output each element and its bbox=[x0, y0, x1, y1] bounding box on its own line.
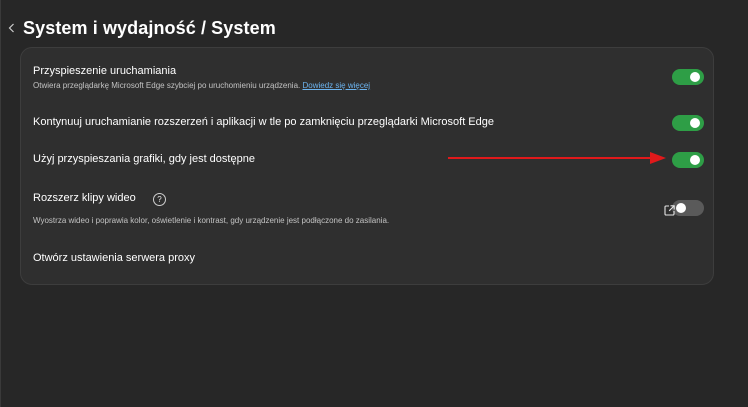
setting-enhance-videos: Rozszerz klipy wideo ? Wyostrza wideo i … bbox=[21, 189, 713, 229]
toggle-knob bbox=[690, 72, 700, 82]
toggle-knob bbox=[690, 155, 700, 165]
setting-background-apps: Kontynuuj uruchamianie rozszerzeń i apli… bbox=[21, 108, 713, 138]
graphics-acceleration-toggle[interactable] bbox=[672, 152, 704, 168]
setting-startup-boost: Przyspieszenie uruchamiania Otwiera prze… bbox=[21, 48, 713, 92]
setting-title: Rozszerz klipy wideo bbox=[33, 192, 136, 204]
setting-description: Wyostrza wideo i poprawia kolor, oświetl… bbox=[33, 216, 390, 225]
enhance-videos-toggle[interactable] bbox=[672, 200, 704, 216]
red-arrow-icon bbox=[448, 152, 666, 164]
settings-panel: Przyspieszenie uruchamiania Otwiera prze… bbox=[20, 47, 714, 285]
page-header: System i wydajność / System bbox=[1, 14, 276, 42]
learn-more-link[interactable]: Dowiedz się więcej bbox=[302, 81, 370, 90]
toggle-knob bbox=[676, 203, 686, 213]
setting-title: Otwórz ustawienia serwera proxy bbox=[33, 252, 196, 264]
question-circle-icon[interactable]: ? bbox=[153, 193, 166, 206]
setting-title: Przyspieszenie uruchamiania bbox=[33, 65, 177, 77]
page-title: System i wydajność / System bbox=[23, 17, 276, 38]
setting-proxy[interactable]: Otwórz ustawienia serwera proxy bbox=[21, 244, 713, 274]
setting-description: Otwiera przeglądarkę Microsoft Edge szyb… bbox=[33, 81, 370, 90]
external-link-icon[interactable] bbox=[663, 204, 676, 217]
startup-boost-toggle[interactable] bbox=[672, 69, 704, 85]
chevron-left-icon[interactable] bbox=[5, 23, 17, 33]
setting-description-text: Otwiera przeglądarkę Microsoft Edge szyb… bbox=[33, 81, 301, 90]
setting-title: Kontynuuj uruchamianie rozszerzeń i apli… bbox=[33, 116, 494, 128]
setting-title: Użyj przyspieszania grafiki, gdy jest do… bbox=[33, 153, 255, 165]
toggle-knob bbox=[690, 118, 700, 128]
settings-page: System i wydajność / System Przyspieszen… bbox=[0, 0, 748, 407]
background-apps-toggle[interactable] bbox=[672, 115, 704, 131]
